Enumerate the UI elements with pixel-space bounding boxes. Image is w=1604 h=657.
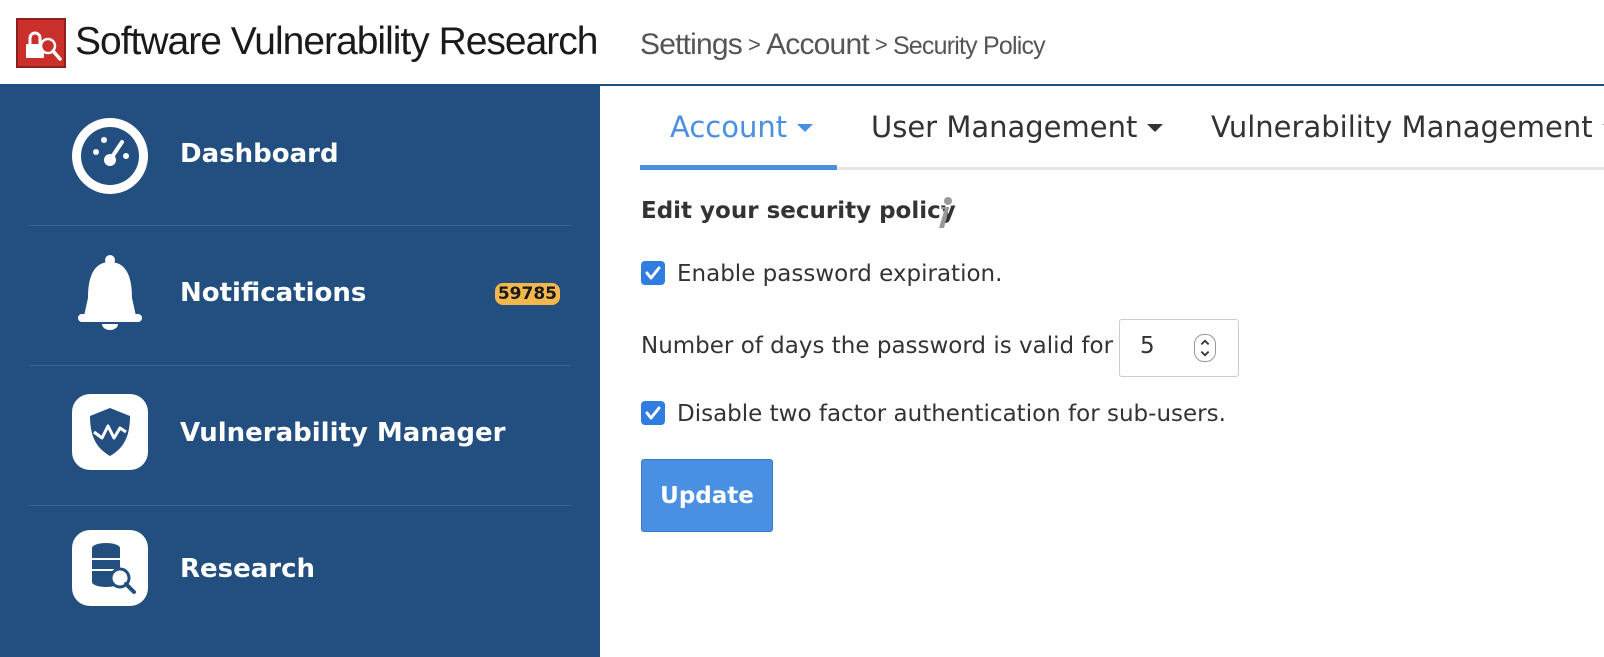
days-valid-stepper[interactable]: 5 [1119, 319, 1239, 377]
password-expiration-checkbox[interactable] [641, 260, 665, 285]
tab-user-management[interactable]: User Management [871, 88, 1164, 170]
breadcrumb-settings[interactable]: Settings [640, 28, 743, 61]
settings-tabs: Account User Management Vulnerability Ma… [640, 88, 1604, 170]
days-valid-label: Number of days the password is valid for [641, 333, 1114, 359]
sidebar-item-label: Notifications [180, 278, 367, 308]
tab-account[interactable]: Account [640, 88, 837, 170]
sidebar-item-label: Dashboard [180, 139, 339, 169]
caret-down-icon [797, 124, 814, 132]
days-valid-value[interactable]: 5 [1140, 333, 1155, 359]
checkmark-icon [645, 406, 661, 419]
app-logo[interactable] [16, 18, 66, 68]
breadcrumb-security-policy: Security Policy [892, 32, 1046, 60]
info-icon[interactable] [935, 196, 955, 232]
stepper-arrows-icon[interactable] [1194, 334, 1216, 362]
breadcrumb-account[interactable]: Account [766, 28, 870, 61]
sidebar-item-notifications[interactable]: Notifications 59785 [30, 226, 570, 366]
app-title: Software Vulnerability Research [75, 20, 598, 63]
breadcrumb: Settings > Account > Security Policy [640, 28, 1046, 62]
disable-2fa-checkbox[interactable] [641, 400, 665, 425]
sidebar-item-label: Research [180, 554, 316, 584]
sidebar-item-dashboard[interactable]: Dashboard [30, 86, 570, 226]
tab-label: Account [670, 110, 788, 144]
disable-2fa-label: Disable two factor authentication for su… [677, 401, 1226, 427]
breadcrumb-separator: > [748, 32, 761, 57]
sidebar-item-label: Vulnerability Manager [180, 418, 506, 448]
sidebar-item-vulnerability-manager[interactable]: Vulnerability Manager [30, 366, 570, 506]
tab-label: Vulnerability Management [1211, 110, 1593, 144]
app-header: Software Vulnerability Research Settings… [0, 0, 1604, 86]
database-search-icon [72, 530, 148, 606]
breadcrumb-separator: > [874, 32, 888, 57]
password-expiration-label: Enable password expiration. [677, 261, 1003, 287]
update-button[interactable]: Update [641, 459, 773, 532]
shield-icon [72, 394, 148, 470]
bell-icon [78, 255, 142, 330]
checkmark-icon [645, 266, 661, 279]
notification-count-badge: 59785 [494, 283, 560, 305]
disable-2fa-row: Disable two factor authentication for su… [641, 400, 1226, 427]
tab-label: User Management [871, 110, 1138, 144]
sidebar-item-research[interactable]: Research [30, 506, 570, 646]
caret-down-icon [1147, 124, 1164, 132]
tab-vulnerability-management[interactable]: Vulnerability Management [1211, 88, 1604, 170]
password-expiration-row: Enable password expiration. [641, 260, 1003, 287]
dashboard-gauge-icon [72, 118, 148, 194]
lock-search-icon [26, 31, 62, 61]
section-title: Edit your security policy [641, 198, 956, 224]
sidebar: Dashboard Notifications 59785 Vulnerabil… [0, 86, 600, 657]
